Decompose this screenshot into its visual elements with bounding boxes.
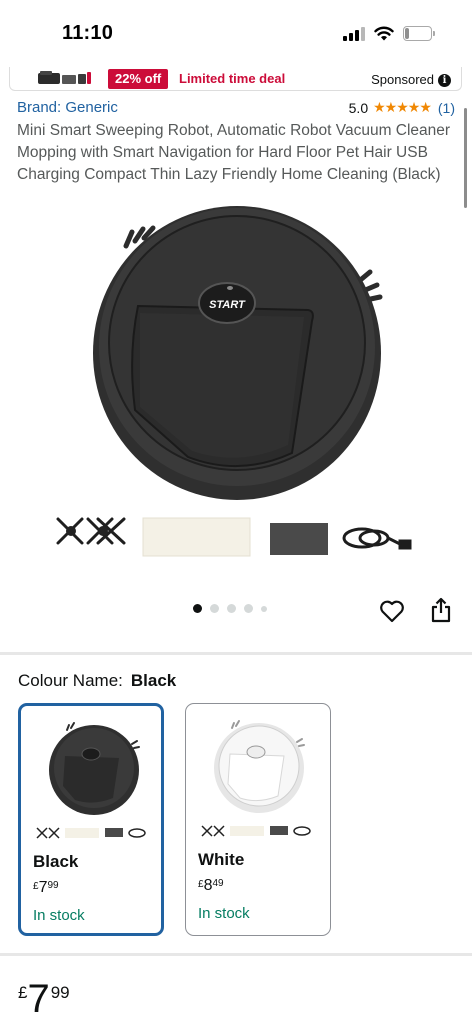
product-image[interactable]: START (40, 205, 440, 595)
section-divider (0, 953, 472, 956)
carousel-dot[interactable] (244, 604, 253, 613)
mop-cloth-accessory (142, 517, 251, 557)
swatch-image-black (36, 722, 146, 839)
side-brushes-accessory (56, 517, 126, 545)
swatch-name: Black (33, 852, 79, 871)
image-carousel-dots[interactable] (193, 604, 267, 613)
carousel-dot[interactable] (193, 604, 202, 613)
section-divider (0, 652, 472, 655)
price-whole: 7 (27, 977, 50, 1021)
swatch-image-white (201, 720, 311, 837)
product-title: Mini Smart Sweeping Robot, Automatic Rob… (17, 122, 451, 183)
heart-icon (380, 600, 404, 623)
share-icon (431, 597, 451, 623)
colour-swatch-black[interactable]: Black £7 99 In stock (18, 703, 164, 936)
usb-cable-accessory (342, 527, 412, 550)
status-bar: 11:10 4 (0, 0, 472, 66)
discount-badge: 22% off (108, 69, 169, 89)
sponsored-text: Sponsored (371, 72, 434, 87)
brand-link[interactable]: Brand: Generic (17, 99, 118, 116)
colour-swatch-white[interactable]: White £8 49 In stock (185, 703, 331, 936)
swatch-stock-status: In stock (198, 905, 250, 922)
swatch-price-whole: 8 (203, 877, 213, 894)
wifi-icon (374, 26, 394, 41)
price-currency: £ (18, 983, 28, 1002)
carousel-dot[interactable] (227, 604, 236, 613)
scrollbar[interactable] (464, 108, 467, 208)
battery-icon: 4 (403, 26, 435, 41)
add-to-list-heart-button[interactable] (378, 597, 406, 625)
status-time: 11:10 (62, 22, 114, 44)
rating-value: 5.0 (348, 99, 369, 116)
share-button[interactable] (427, 596, 455, 624)
swatch-price-fraction: 99 (47, 880, 59, 891)
swatch-price: £7 99 (33, 879, 59, 897)
price-fraction: 99 (50, 983, 70, 1002)
swatch-price-fraction: 49 (212, 878, 224, 889)
swatch-name: White (198, 850, 245, 869)
rating-count-link[interactable]: (1) (438, 100, 455, 116)
filter-accessory (270, 523, 328, 555)
price-display: £ 7 99 (18, 978, 70, 1020)
status-icons: 4 (343, 26, 435, 41)
limited-time-deal-label: Limited time deal (179, 71, 286, 86)
info-icon[interactable]: i (438, 73, 451, 87)
battery-level: 4 (414, 27, 421, 40)
sponsored-label[interactable]: Sponsored i (371, 72, 451, 88)
carousel-dot[interactable] (210, 604, 219, 613)
swatch-stock-status: In stock (33, 907, 85, 924)
ad-product-thumbnail (38, 71, 91, 84)
sponsored-ad-banner[interactable]: 22% off Limited time deal Sponsored i (9, 67, 462, 91)
swatch-price: £8 49 (198, 877, 224, 895)
rating-summary[interactable]: 5.0 ★★★★★ (1) (349, 99, 455, 116)
cellular-signal-icon (343, 26, 365, 41)
star-rating-icon: ★★★★★ (373, 99, 432, 115)
swatch-price-whole: 7 (38, 879, 48, 896)
selected-colour-value: Black (130, 671, 177, 690)
start-button-label: START (209, 299, 246, 311)
carousel-dot[interactable] (261, 605, 267, 612)
colour-name-label: Colour Name: Black (18, 671, 176, 691)
colour-name-heading: Colour Name: (18, 671, 123, 690)
